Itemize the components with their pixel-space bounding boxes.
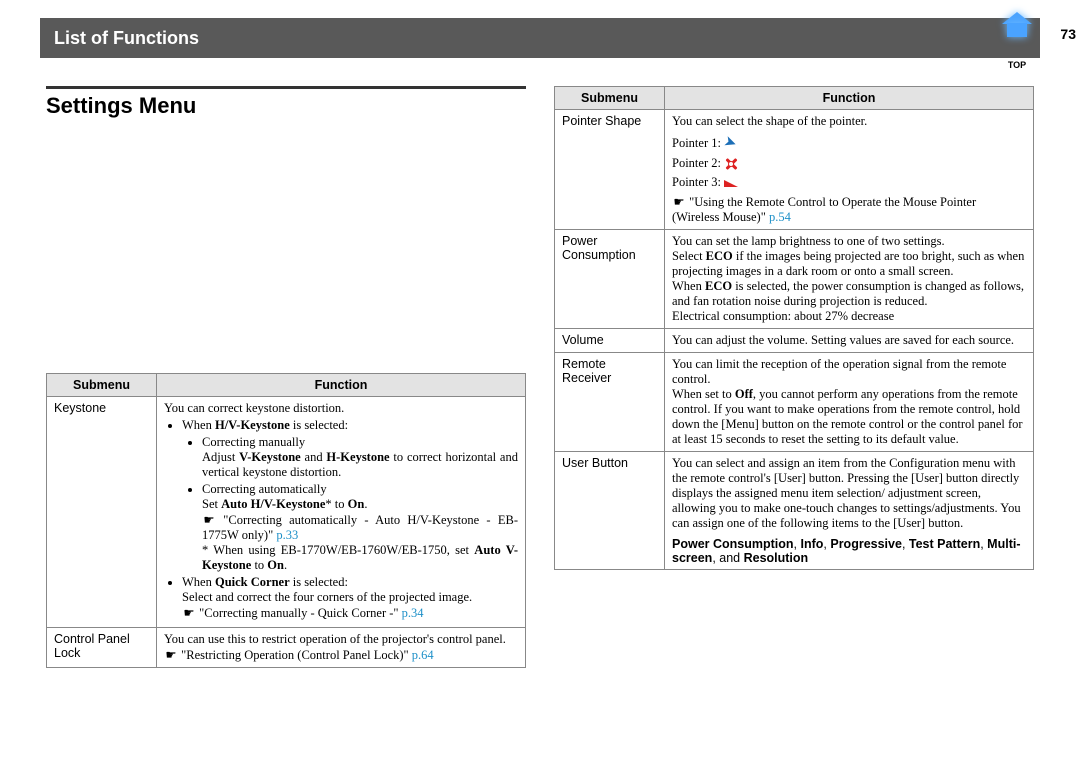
link-p34[interactable]: p.34: [402, 606, 424, 620]
keystone-qc-detail: Select and correct the four corners of t…: [182, 590, 518, 605]
link-p33[interactable]: p.33: [276, 528, 298, 542]
cpl-ref: ☛ "Restricting Operation (Control Panel …: [164, 647, 518, 663]
pointer-ref: ☛ "Using the Remote Control to Operate t…: [672, 194, 1026, 225]
left-blank-space: [46, 133, 526, 373]
pointer-hand-icon: ☛: [672, 194, 686, 210]
pointer-hand-icon: ☛: [202, 512, 216, 528]
remote-l1: You can limit the reception of the opera…: [672, 357, 1026, 387]
pointer2-icon: [724, 157, 738, 171]
pointer1-row: Pointer 1: ➤: [672, 133, 1026, 152]
right-table: Submenu Function Pointer Shape You can s…: [554, 86, 1034, 570]
cell-cpl-name: Control Panel Lock: [47, 628, 157, 668]
keystone-hv-item: When H/V-Keystone is selected: Correctin…: [182, 418, 518, 573]
pointer2-row: Pointer 2:: [672, 156, 1026, 171]
cell-volume-func: You can adjust the volume. Setting value…: [665, 329, 1034, 353]
left-table: Submenu Function Keystone You can correc…: [46, 373, 526, 668]
pointer3-row: Pointer 3:: [672, 175, 1026, 190]
row-user-button: User Button You can select and assign an…: [555, 452, 1034, 570]
remote-l2: When set to Off, you cannot perform any …: [672, 387, 1026, 447]
user-l2: Power Consumption, Info, Progressive, Te…: [672, 537, 1026, 565]
cpl-intro: You can use this to restrict operation o…: [164, 632, 518, 647]
right-column: Submenu Function Pointer Shape You can s…: [554, 86, 1034, 668]
user-l1: You can select and assign an item from t…: [672, 456, 1026, 531]
th-submenu-right: Submenu: [555, 87, 665, 110]
top-home-icon[interactable]: TOP: [998, 14, 1036, 52]
content-columns: Settings Menu Submenu Function Keystone …: [0, 86, 1080, 668]
th-function-left: Function: [157, 374, 526, 397]
pointer3-icon: [724, 180, 738, 187]
cell-power-name: Power Consump­tion: [555, 230, 665, 329]
power-l1: You can set the lamp brightness to one o…: [672, 234, 1026, 249]
pointer1-icon: ➤: [721, 131, 739, 153]
keystone-intro: You can correct keystone distortion.: [164, 401, 518, 416]
keystone-auto-ref: ☛ "Correcting automatically - Auto H/V-K…: [202, 512, 518, 543]
header-title: List of Functions: [54, 28, 199, 49]
header-bar: List of Functions TOP 73: [40, 18, 1040, 58]
power-l4: Electrical consumption: about 27% decrea…: [672, 309, 1026, 324]
row-control-panel-lock: Control Panel Lock You can use this to r…: [47, 628, 526, 668]
cell-pointer-name: Pointer Shape: [555, 110, 665, 230]
link-p64[interactable]: p.64: [412, 648, 434, 662]
keystone-correct-auto: Correcting automatically Set Auto H/V-Ke…: [202, 482, 518, 573]
keystone-qc-item: When Quick Corner is selected: Select an…: [182, 575, 518, 621]
cell-remote-name: Remote Receiver: [555, 353, 665, 452]
row-pointer-shape: Pointer Shape You can select the shape o…: [555, 110, 1034, 230]
th-submenu-left: Submenu: [47, 374, 157, 397]
cell-pointer-func: You can select the shape of the pointer.…: [665, 110, 1034, 230]
pointer-intro: You can select the shape of the pointer.: [672, 114, 1026, 129]
keystone-correct-manual: Correcting manually Adjust V-Keystone an…: [202, 435, 518, 480]
cell-remote-func: You can limit the reception of the opera…: [665, 353, 1034, 452]
row-volume: Volume You can adjust the volume. Settin…: [555, 329, 1034, 353]
cell-user-name: User Button: [555, 452, 665, 570]
power-l2: Select ECO if the images being projected…: [672, 249, 1026, 279]
cell-user-func: You can select and assign an item from t…: [665, 452, 1034, 570]
left-column: Settings Menu Submenu Function Keystone …: [46, 86, 526, 668]
power-l3: When ECO is selected, the power consumpt…: [672, 279, 1026, 309]
row-remote-receiver: Remote Receiver You can limit the recept…: [555, 353, 1034, 452]
section-rule: [46, 86, 526, 89]
th-function-right: Function: [665, 87, 1034, 110]
page-number: 73: [1060, 26, 1076, 42]
pointer-hand-icon: ☛: [164, 647, 178, 663]
section-title: Settings Menu: [46, 93, 526, 119]
row-keystone: Keystone You can correct keystone distor…: [47, 397, 526, 628]
keystone-auto-note: * When using EB-1770W/EB-1760W/EB-1750, …: [202, 543, 518, 573]
keystone-qc-ref: ☛ "Correcting manually - Quick Corner -"…: [182, 605, 518, 621]
cell-keystone-func: You can correct keystone distortion. Whe…: [157, 397, 526, 628]
keystone-manual-detail: Adjust V-Keystone and H-Keystone to corr…: [202, 450, 518, 480]
cell-keystone-name: Keystone: [47, 397, 157, 628]
cell-cpl-func: You can use this to restrict operation o…: [157, 628, 526, 668]
cell-power-func: You can set the lamp brightness to one o…: [665, 230, 1034, 329]
keystone-auto-set: Set Auto H/V-Keystone* to On.: [202, 497, 518, 512]
link-p54[interactable]: p.54: [769, 210, 791, 224]
top-home-label: TOP: [998, 60, 1036, 70]
pointer-hand-icon: ☛: [182, 605, 196, 621]
row-power-consumption: Power Consump­tion You can set the lamp …: [555, 230, 1034, 329]
cell-volume-name: Volume: [555, 329, 665, 353]
